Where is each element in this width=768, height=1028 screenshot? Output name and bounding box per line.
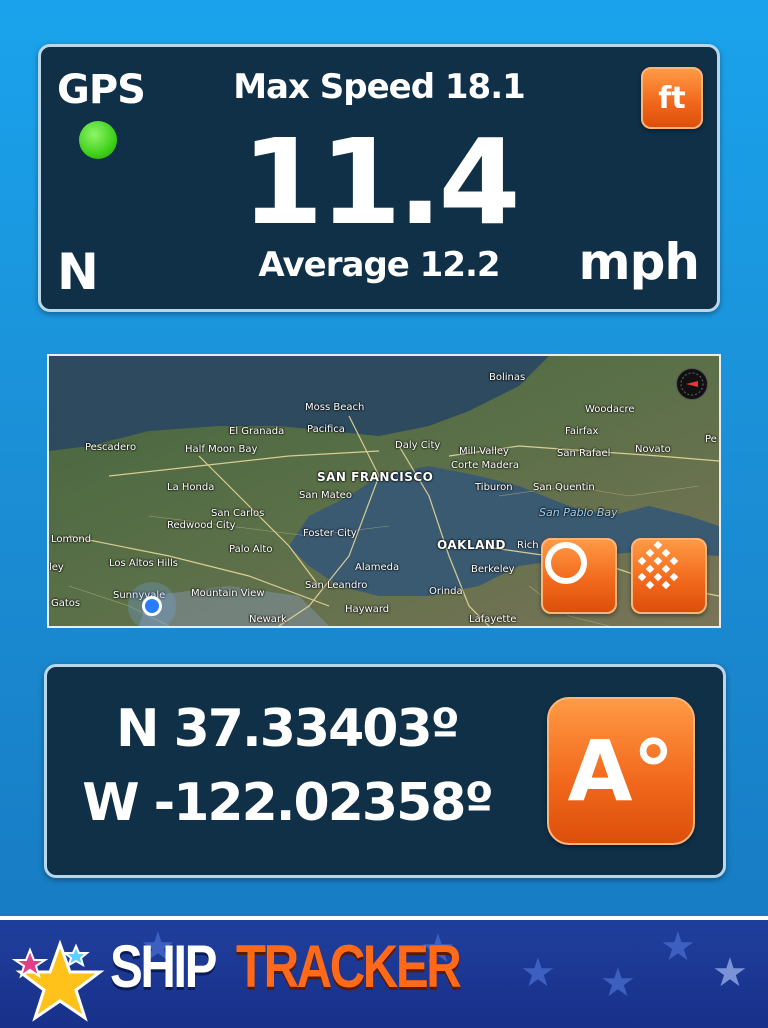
map-label: Half Moon Bay (185, 444, 258, 455)
map-label: Bolinas (489, 372, 526, 383)
map-label: Los Altos Hills (109, 558, 179, 569)
speed-unit[interactable]: mph (579, 233, 700, 291)
map-label: Pescadero (85, 442, 137, 453)
map-background (49, 356, 719, 626)
map-label: Woodacre (585, 404, 635, 415)
map-label: La Honda (167, 482, 215, 493)
logo-text-tracker: TRACKER (236, 933, 462, 1000)
current-speed: 11.4 (241, 113, 520, 251)
coordinates-panel: N 37.33403º W -122.02358º A° (44, 664, 726, 878)
map-label: Mountain View (191, 588, 265, 599)
app-banner: ★ ★ ★ ★ ★ ★ SHIP TRACKER (0, 916, 768, 1028)
speed-panel: GPS N Max Speed 18.1 11.4 Average 12.2 m… (38, 44, 720, 312)
logo-stars-icon (11, 939, 105, 1022)
star-decoration-icon: ★ (600, 960, 636, 1006)
grid-icon (637, 540, 679, 590)
map-view[interactable]: Bolinas Moss Beach Woodacre El Granada P… (47, 354, 721, 628)
map-label: Newark (249, 614, 287, 625)
map-label: San Quentin (533, 482, 595, 493)
map-label: SAN FRANCISCO (317, 470, 434, 484)
map-label: Daly City (395, 440, 441, 451)
logo-text-ship: SHIP (110, 933, 217, 1000)
unit-toggle-button[interactable]: ft (641, 67, 703, 129)
star-decoration-icon: ★ (712, 950, 748, 996)
map-label: Rich (517, 540, 539, 551)
map-label: Corte Madera (451, 460, 519, 471)
map-label: Lomond (51, 534, 92, 545)
map-label: ley (49, 562, 64, 573)
map-label: Redwood City (167, 520, 236, 531)
map-label: Tiburon (475, 482, 513, 493)
map-label: Pe (705, 434, 717, 445)
map-label: San Rafael (557, 448, 611, 459)
star-decoration-icon: ★ (660, 924, 696, 970)
map-label: San Mateo (299, 490, 352, 501)
record-icon (545, 542, 587, 584)
map-label: Foster City (303, 528, 357, 539)
map-label: Gatos (51, 598, 81, 609)
map-label: El Granada (229, 426, 285, 437)
record-track-button[interactable] (541, 538, 617, 614)
map-label: Hayward (345, 604, 390, 615)
latitude-readout: N 37.33403º (116, 699, 460, 759)
map-label: OAKLAND (437, 538, 506, 552)
map-label: Alameda (355, 562, 400, 573)
map-label: Berkeley (471, 564, 515, 575)
map-label: San Pablo Bay (539, 506, 618, 519)
map-label: Novato (635, 444, 671, 455)
map-label: Palo Alto (229, 544, 273, 555)
map-label: Fairfax (565, 426, 599, 437)
current-location-marker (142, 596, 162, 616)
star-decoration-icon: ★ (520, 950, 556, 996)
coordinate-format-button[interactable]: A° (547, 697, 695, 845)
map-label: Orinda (429, 586, 463, 597)
map-type-button[interactable] (631, 538, 707, 614)
map-label: Pacifica (307, 424, 345, 435)
map-label: Moss Beach (305, 402, 365, 413)
map-label: San Carlos (211, 508, 265, 519)
map-label: San Leandro (305, 580, 368, 591)
longitude-readout: W -122.02358º (82, 773, 494, 833)
map-label: Mill Valley (459, 446, 509, 457)
compass-icon[interactable] (676, 368, 708, 400)
map-label: Lafayette (469, 614, 517, 625)
max-speed-readout: Max Speed 18.1 (233, 67, 526, 107)
